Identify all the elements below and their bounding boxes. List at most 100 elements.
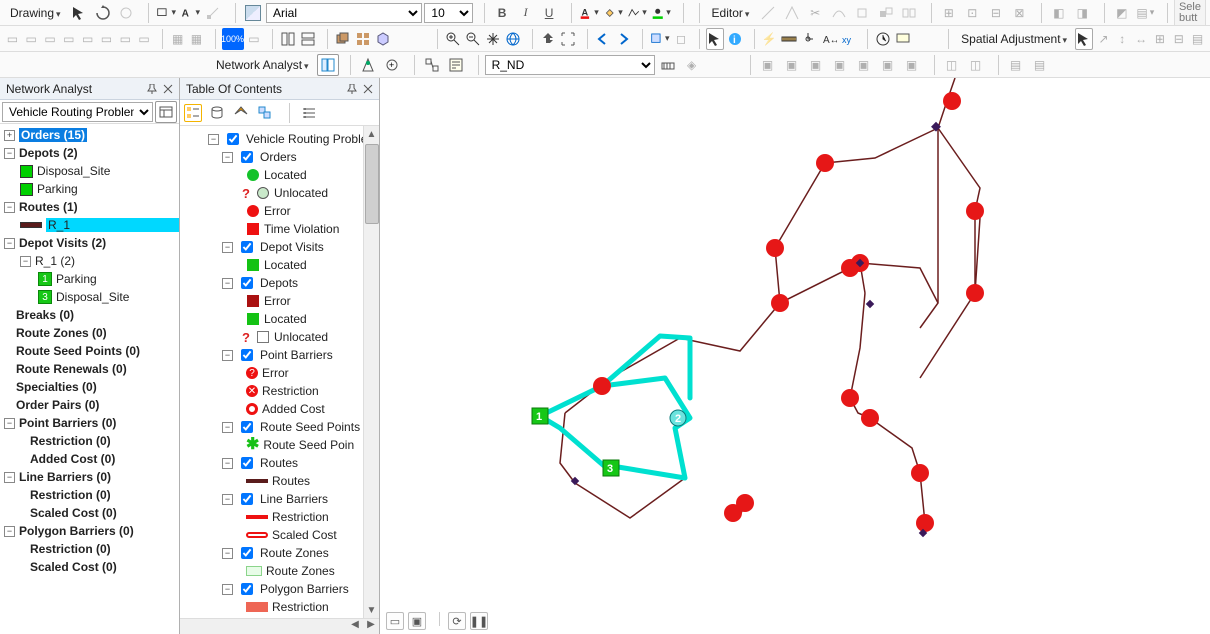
t2-tile-icon[interactable] xyxy=(354,28,372,50)
t2-3d-icon[interactable] xyxy=(374,28,392,50)
sa-icon-7[interactable]: ▤ xyxy=(1189,28,1206,50)
toc-rsp-cb[interactable] xyxy=(241,421,253,433)
na-properties-icon[interactable] xyxy=(155,101,177,123)
t2-icon-4[interactable]: ▭ xyxy=(60,28,77,50)
spatial-adjustment-menu[interactable]: Spatial Adjustment xyxy=(955,32,1073,46)
ed-icon-13[interactable]: ◨ xyxy=(1072,2,1094,24)
exp-minus[interactable]: − xyxy=(4,238,15,249)
topo-icon-2[interactable]: ▣ xyxy=(781,54,803,76)
t2-stack-icon[interactable] xyxy=(299,28,317,50)
hyperlink-icon[interactable]: ⚡ xyxy=(761,28,778,50)
topo-icon-4[interactable]: ▣ xyxy=(829,54,851,76)
t2-icon-9[interactable]: ▭ xyxy=(246,28,263,50)
na-solve-icon[interactable] xyxy=(421,54,443,76)
na-r1[interactable]: R_1 xyxy=(46,218,179,232)
underline-button[interactable]: U xyxy=(538,2,560,24)
na-create-barrier-icon[interactable]: + xyxy=(381,54,403,76)
exp-minus[interactable]: − xyxy=(4,148,15,159)
sa-icon-4[interactable]: ↔ xyxy=(1133,28,1150,50)
t2-icon-6[interactable]: ▭ xyxy=(98,28,115,50)
data-view-icon[interactable]: ▭ xyxy=(386,612,404,630)
na-routes[interactable]: Routes (1) xyxy=(19,200,78,214)
html-popup-icon[interactable] xyxy=(894,28,912,50)
find-icon[interactable] xyxy=(800,28,818,50)
na-lb[interactable]: Line Barriers (0) xyxy=(19,470,111,484)
exp-minus[interactable]: − xyxy=(222,152,233,163)
fixed-zoom-out-icon[interactable] xyxy=(559,28,577,50)
sa-icon-2[interactable]: ↗ xyxy=(1095,28,1112,50)
pause-draw-icon[interactable]: ❚❚ xyxy=(470,612,488,630)
exp-minus[interactable]: − xyxy=(20,256,31,267)
toc-rz[interactable]: Route Zones xyxy=(260,546,329,560)
network-dataset-select[interactable]: R_ND xyxy=(485,55,655,75)
t2-scale-icon[interactable]: 100% xyxy=(222,28,244,50)
t2-icon-2[interactable]: ▭ xyxy=(23,28,40,50)
na-pin-icon[interactable] xyxy=(145,82,159,96)
scroll-down-icon[interactable]: ▼ xyxy=(364,602,379,618)
na-parking[interactable]: Parking xyxy=(37,182,78,196)
drawing-menu[interactable]: Drawing xyxy=(4,6,67,20)
exp-minus[interactable]: − xyxy=(222,242,233,253)
edit-vertices-icon[interactable] xyxy=(203,2,225,24)
na-lb-rest[interactable]: Restriction (0) xyxy=(30,488,111,502)
sa-icon-6[interactable]: ⊟ xyxy=(1170,28,1187,50)
exp-minus[interactable]: − xyxy=(222,548,233,559)
t2-icon-1[interactable]: ▭ xyxy=(4,28,21,50)
ed-icon-10[interactable]: ⊟ xyxy=(985,2,1007,24)
ed-icon-3[interactable]: ✂ xyxy=(804,2,826,24)
layout-view-icon[interactable]: ▣ xyxy=(408,612,426,630)
select-features-icon[interactable] xyxy=(649,28,671,50)
sa-icon-3[interactable]: ↕ xyxy=(1114,28,1131,50)
ed-icon-6[interactable] xyxy=(875,2,897,24)
na-window-icon[interactable] xyxy=(317,54,339,76)
toc-close-icon[interactable] xyxy=(361,82,375,96)
na-layer-select[interactable]: Vehicle Routing Problem xyxy=(2,102,153,122)
toc-list-by-sel-icon[interactable] xyxy=(256,104,274,122)
rotate-icon[interactable] xyxy=(92,2,114,24)
ed-icon-11[interactable]: ⊠ xyxy=(1009,2,1031,24)
na-close-icon[interactable] xyxy=(161,82,175,96)
topo-icon-3[interactable]: ▣ xyxy=(805,54,827,76)
ed-icon-9[interactable]: ⊡ xyxy=(962,2,984,24)
font-color-icon[interactable]: A xyxy=(578,2,600,24)
na-directions-icon[interactable] xyxy=(445,54,467,76)
toc-options-icon[interactable] xyxy=(300,104,318,122)
topo-icon-1[interactable]: ▣ xyxy=(757,54,779,76)
measure-icon[interactable] xyxy=(780,28,798,50)
toc-root[interactable]: Vehicle Routing Proble xyxy=(246,132,367,146)
zoom-in-icon[interactable] xyxy=(444,28,462,50)
refresh-icon[interactable]: ⟳ xyxy=(448,612,466,630)
exp-minus[interactable]: − xyxy=(222,350,233,361)
na-pb-added[interactable]: Added Cost (0) xyxy=(30,452,115,466)
clear-sel-icon[interactable]: ◻ xyxy=(673,28,690,50)
exp-minus[interactable]: − xyxy=(222,422,233,433)
na-pb-rest[interactable]: Restriction (0) xyxy=(30,434,111,448)
t2-icon-7[interactable]: ▭ xyxy=(117,28,134,50)
na-depot-visits[interactable]: Depot Visits (2) xyxy=(19,236,106,250)
toc-depots-cb[interactable] xyxy=(241,277,253,289)
ed-icon-5[interactable] xyxy=(852,2,874,24)
topo-icon-7[interactable]: ▣ xyxy=(901,54,923,76)
rectangle-tool-icon[interactable] xyxy=(155,2,177,24)
na-create-loc-icon[interactable] xyxy=(357,54,379,76)
sa-icon-5[interactable]: ⊞ xyxy=(1152,28,1169,50)
na-breaks[interactable]: Breaks (0) xyxy=(16,308,74,322)
font-size-select[interactable]: 10 xyxy=(424,3,473,23)
fill-color-icon[interactable] xyxy=(602,2,624,24)
na-disposal[interactable]: Disposal_Site xyxy=(37,164,110,178)
map-view[interactable]: 1 2 3 ▭ ▣ ⟳ ❚❚ xyxy=(380,78,1210,634)
toc-pin-icon[interactable] xyxy=(345,82,359,96)
t2-icon-3[interactable]: ▭ xyxy=(42,28,59,50)
bold-button[interactable]: B xyxy=(491,2,513,24)
zoom-extent-icon[interactable] xyxy=(116,2,138,24)
toc-list-by-vis-icon[interactable] xyxy=(232,104,250,122)
toc-scrollbar[interactable]: ▲ ▼ xyxy=(363,126,379,618)
forward-icon[interactable] xyxy=(614,28,632,50)
toc-lb-cb[interactable] xyxy=(241,493,253,505)
toc-orders-cb[interactable] xyxy=(241,151,253,163)
exp-minus[interactable]: − xyxy=(222,458,233,469)
marker-color-icon[interactable] xyxy=(650,2,672,24)
exp-plus[interactable]: + xyxy=(4,130,15,141)
toc-rz-cb[interactable] xyxy=(241,547,253,559)
line-color-icon[interactable] xyxy=(626,2,648,24)
